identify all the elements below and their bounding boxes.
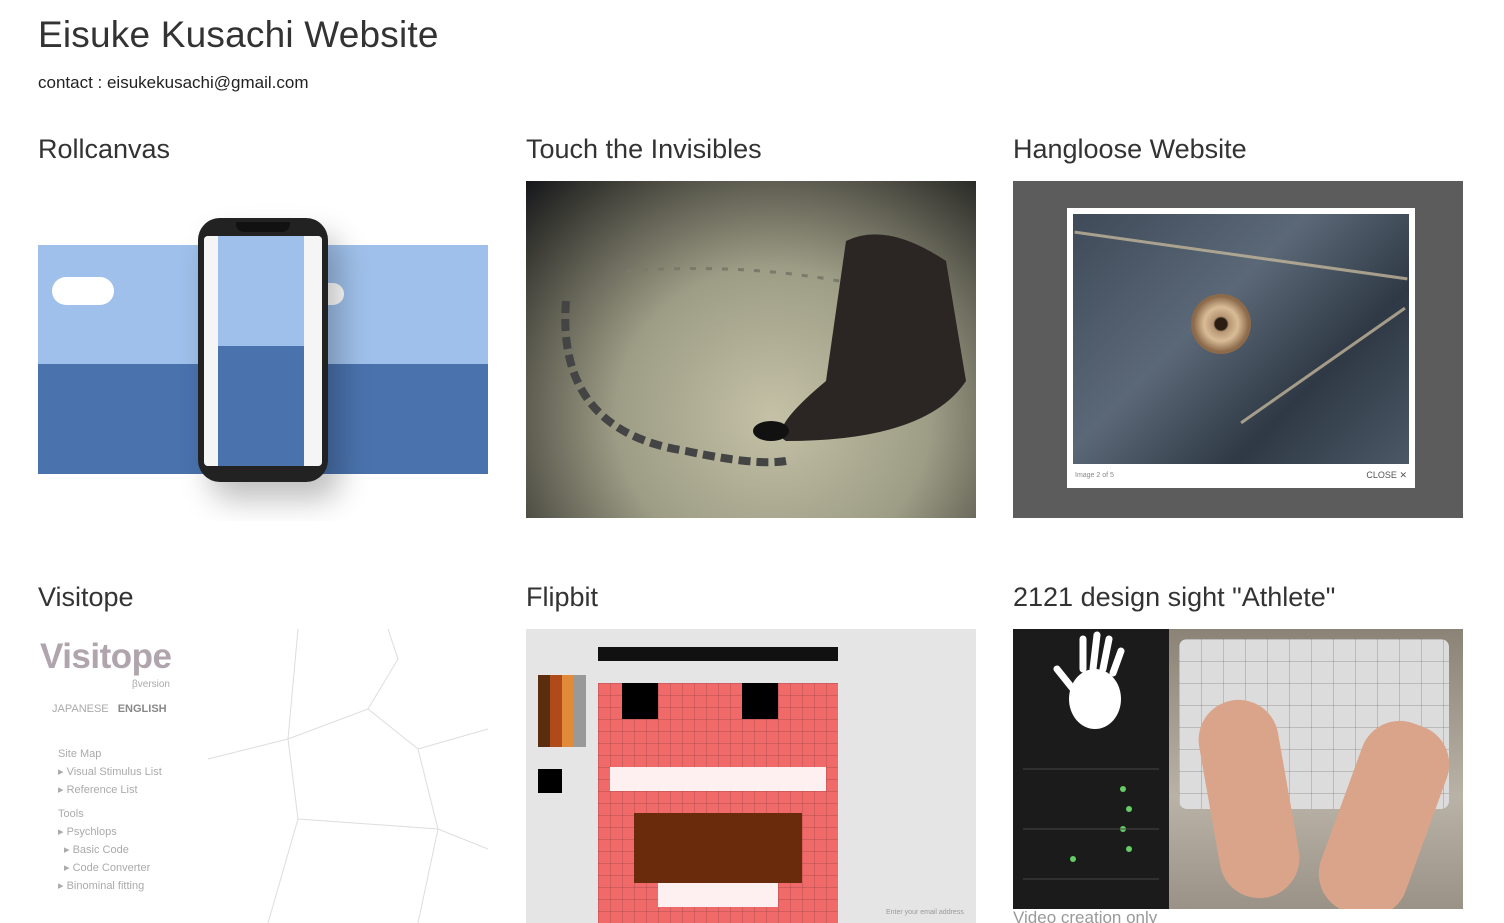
- work-title[interactable]: Rollcanvas: [38, 134, 488, 172]
- menu-item: ▸ Binominal fitting: [58, 880, 145, 892]
- phone-mockup: [198, 218, 328, 482]
- lightbox-close-button[interactable]: CLOSE ✕: [1366, 470, 1407, 481]
- athlete-thumbnail[interactable]: [1013, 629, 1463, 909]
- work-title[interactable]: 2121 design sight "Athlete": [1013, 582, 1463, 620]
- menu-item: ▸ Visual Stimulus List: [58, 766, 162, 778]
- work-card-touch-the-invisibles[interactable]: Touch the Invisibles: [526, 134, 976, 518]
- close-icon: ✕: [1399, 470, 1407, 480]
- work-caption: Video creation only: [1013, 908, 1158, 923]
- color-palette: [538, 675, 586, 747]
- menu-item: ▸ Psychlops: [58, 826, 117, 838]
- work-card-visitope[interactable]: Visitope Visitope βversion JAPANESE ENGL…: [38, 582, 488, 923]
- work-card-flipbit[interactable]: Flipbit Enter your email address: [526, 582, 976, 923]
- menu-item: ▸ Code Converter: [64, 862, 151, 874]
- work-title[interactable]: Visitope: [38, 582, 488, 620]
- touch-the-invisibles-thumbnail[interactable]: [526, 181, 976, 518]
- lightbox: Image 2 of 5 CLOSE ✕: [1067, 208, 1415, 488]
- rollcanvas-thumbnail[interactable]: [38, 181, 488, 521]
- work-title[interactable]: Hangloose Website: [1013, 134, 1463, 172]
- site-title: Eisuke Kusachi Website: [38, 14, 439, 55]
- touch-illustration: [561, 234, 966, 467]
- current-color: [538, 769, 562, 793]
- lang-english: ENGLISH: [117, 703, 167, 715]
- work-card-hangloose[interactable]: Hangloose Website Image 2 of 5 CLOSE ✕: [1013, 134, 1463, 518]
- work-card-rollcanvas[interactable]: Rollcanvas: [38, 134, 488, 482]
- denim-photo: [1073, 214, 1409, 464]
- menu-item: ▸ Reference List: [58, 784, 138, 796]
- contact-email[interactable]: contact : eisukekusachi@gmail.com: [38, 73, 308, 93]
- visitope-menu: Site Map ▸ Visual Stimulus List ▸ Refere…: [58, 745, 162, 895]
- hangloose-thumbnail[interactable]: Image 2 of 5 CLOSE ✕: [1013, 181, 1463, 518]
- version-label: βversion: [132, 679, 170, 690]
- menu-item: ▸ Basic Code: [64, 844, 129, 856]
- visitope-thumbnail[interactable]: Visitope βversion JAPANESE ENGLISH Site …: [38, 629, 488, 923]
- pixel-canvas: [598, 683, 838, 923]
- menu-item: Site Map: [58, 748, 102, 760]
- lang-japanese: JAPANESE: [52, 703, 109, 715]
- visitope-logo: Visitope: [40, 637, 172, 676]
- hand-diagram: [1013, 629, 1169, 909]
- work-title[interactable]: Flipbit: [526, 582, 976, 620]
- menu-item: Tools: [58, 808, 84, 820]
- flipbit-thumbnail[interactable]: Enter your email address: [526, 629, 976, 923]
- keyboard-video-frame: [1169, 629, 1463, 909]
- frame-strip: [598, 647, 838, 661]
- work-title[interactable]: Touch the Invisibles: [526, 134, 976, 172]
- image-counter: Image 2 of 5: [1075, 472, 1114, 479]
- email-field[interactable]: Enter your email address: [886, 909, 964, 916]
- work-card-athlete[interactable]: 2121 design sight "Athlete" Video creati…: [1013, 582, 1463, 923]
